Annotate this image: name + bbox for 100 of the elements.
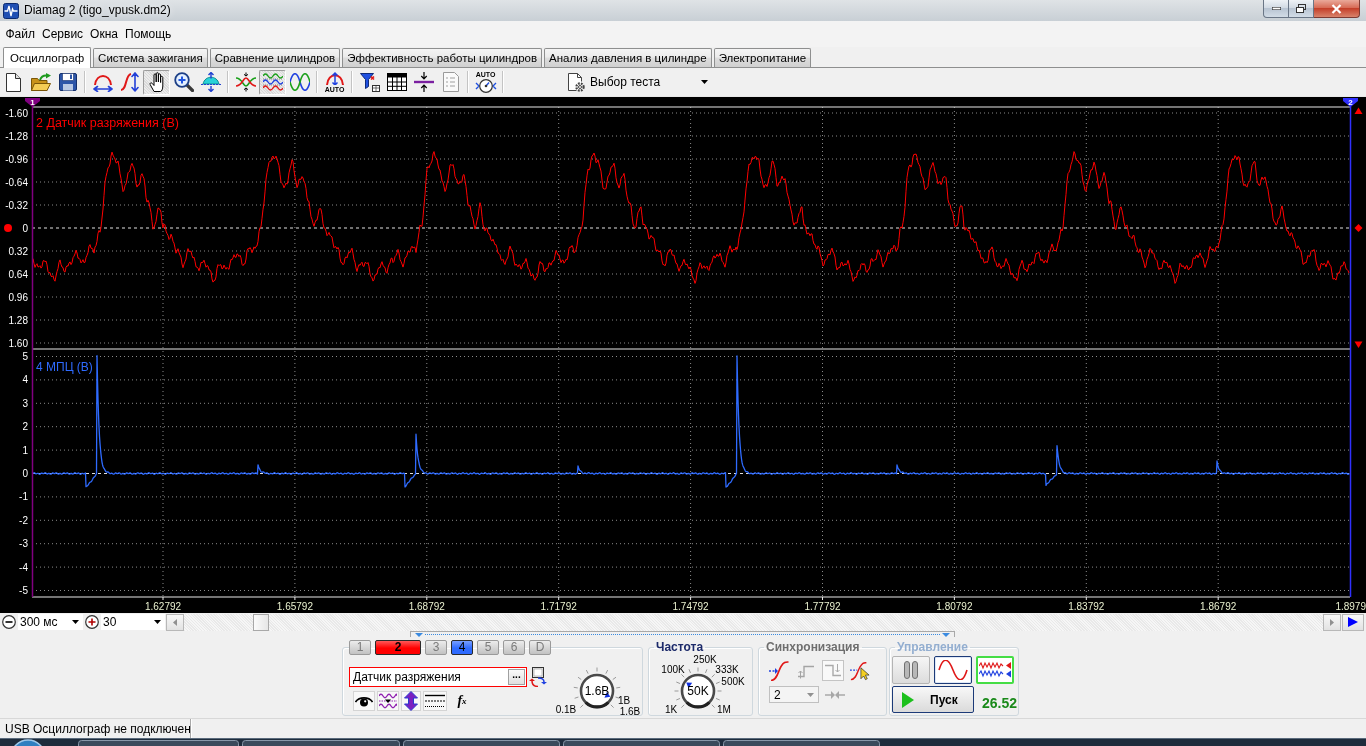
dial-scale-label: 1K	[664, 703, 678, 715]
tab[interactable]: Электропитание	[713, 48, 812, 67]
sine-wave-icon	[938, 660, 968, 680]
down-triangle-icon	[415, 632, 423, 637]
channel-tool-button[interactable]	[377, 691, 399, 711]
channel-tool-button[interactable]	[353, 691, 375, 711]
stacked-waves-icon	[262, 73, 283, 91]
menu-item[interactable]: Файл	[2, 25, 39, 43]
tab[interactable]: Эффективность работы цилиндров	[342, 48, 543, 67]
time-label: 1.83792	[1068, 601, 1105, 612]
axis-label: 4	[22, 374, 28, 386]
axis-label: 0.96	[8, 291, 28, 303]
restore-button[interactable]	[1289, 0, 1314, 18]
diamond-marker-icon[interactable]	[1354, 224, 1363, 232]
sync-mode-button[interactable]	[768, 660, 790, 681]
test-select-dropdown[interactable]: Выбор теста	[557, 70, 713, 94]
axis-label: 0	[22, 222, 28, 234]
timebase-dropdown[interactable]: 300 мс	[18, 614, 83, 630]
axis-label: 5	[22, 351, 28, 362]
close-button[interactable]	[1314, 0, 1360, 18]
triangle-up-marker-icon[interactable]	[1354, 107, 1363, 114]
axis-label: 2	[22, 421, 28, 433]
sync-mode-button[interactable]	[849, 660, 871, 681]
axis-label: -3	[19, 538, 28, 550]
arc-arrow-icon	[324, 71, 345, 85]
start-button[interactable]: Пуск	[892, 686, 974, 713]
scrollbar-thumb[interactable]	[253, 613, 269, 631]
tab[interactable]: Система зажигания	[93, 48, 208, 67]
edge-pointer-icon	[850, 660, 870, 681]
scroll-left-button[interactable]	[166, 613, 184, 631]
group-title: Частота	[655, 640, 705, 655]
plus-circle-icon[interactable]	[85, 615, 99, 629]
axis-label: -1.60	[5, 107, 28, 119]
axis-label: -0.32	[5, 199, 28, 211]
channel-button[interactable]: 2	[375, 640, 421, 655]
cursor-marker[interactable]: 1	[25, 97, 40, 107]
play-icon	[1348, 617, 1358, 627]
time-label: 1.74792	[672, 601, 709, 612]
minimize-icon	[1271, 7, 1281, 10]
channel-tool-button[interactable]	[401, 691, 421, 711]
tab[interactable]: Осциллограф	[3, 47, 92, 68]
dial-scale-label: 1В	[617, 694, 631, 706]
caret-icon	[154, 620, 161, 624]
horizontal-scrollbar[interactable]	[166, 613, 1341, 631]
play-icon	[902, 691, 914, 708]
menu-item[interactable]: Окна	[86, 25, 122, 43]
mode-button[interactable]	[892, 656, 930, 684]
status-text: USB Осциллограф не подключен	[0, 719, 191, 738]
trace-title: 2 Датчик разряжения (В)	[36, 116, 179, 130]
browse-button[interactable]: ...	[508, 669, 525, 685]
toolbar-button[interactable]	[259, 69, 286, 95]
tab[interactable]: Анализ давления в цилиндре	[544, 48, 712, 67]
scroll-end-button[interactable]	[1342, 613, 1364, 631]
axis-label: -0.96	[5, 153, 28, 165]
trace-title: 4 МПЦ (В)	[36, 360, 93, 374]
filter-icon	[359, 72, 380, 92]
window-title: Diamag 2 (tigo_vpusk.dm2)	[24, 3, 171, 18]
cursor-marker[interactable]: 2	[1343, 97, 1358, 107]
axis-label: 1.60	[8, 337, 28, 349]
left-arrow-icon	[173, 618, 177, 626]
time-label: 1.62792	[144, 601, 182, 612]
frames-dropdown[interactable]: 30	[101, 614, 165, 630]
time-label: 1.65792	[276, 601, 313, 612]
curve-height-icon	[119, 72, 140, 92]
display-arrows-icon[interactable]	[529, 667, 547, 687]
overlaid-waves-icon	[289, 73, 310, 91]
new-document-icon	[6, 72, 21, 92]
axis-label: 1	[22, 444, 28, 456]
gear-document-icon	[568, 72, 585, 92]
channel-button[interactable]: 4	[451, 640, 473, 655]
triangle-down-marker-icon[interactable]	[1354, 341, 1363, 348]
menu-item[interactable]: Помощь	[121, 25, 175, 43]
mode-button[interactable]	[976, 656, 1014, 684]
zoom-in-icon	[173, 72, 194, 92]
axis-label: 1.28	[8, 314, 28, 326]
axis-label: -4	[19, 561, 28, 573]
time-label: 1.71792	[540, 601, 577, 612]
menu-item[interactable]: Сервис	[38, 25, 87, 43]
channel-tool-button[interactable]	[423, 691, 447, 711]
mode-button[interactable]	[934, 656, 972, 684]
dial-scale-label: 1.6В	[619, 705, 641, 717]
right-arrow-icon	[1330, 618, 1334, 626]
dial-scale-label: 500K	[721, 675, 745, 687]
dot-marker-icon[interactable]	[4, 224, 12, 232]
minus-circle-icon[interactable]	[2, 615, 16, 629]
app-icon	[3, 3, 19, 19]
group-title: Управление	[896, 640, 969, 655]
tab[interactable]: Сравнение цилиндров	[209, 48, 341, 67]
axis-label: -0.64	[5, 176, 28, 188]
dashed-lines-icon	[425, 694, 445, 708]
crossing-waves-icon	[235, 72, 256, 92]
gauge-icon	[474, 79, 497, 93]
curve-arrows-icon	[200, 72, 221, 92]
caret-icon	[72, 620, 79, 624]
minimize-button[interactable]	[1263, 0, 1289, 18]
time-label: 1.8979	[1335, 601, 1366, 612]
group-title: Синхронизация	[765, 640, 861, 655]
toolbar-button[interactable]	[143, 69, 170, 95]
channel-name-field[interactable]: Датчик разряжения ...	[349, 667, 527, 687]
rising-edge-icon	[769, 660, 789, 681]
